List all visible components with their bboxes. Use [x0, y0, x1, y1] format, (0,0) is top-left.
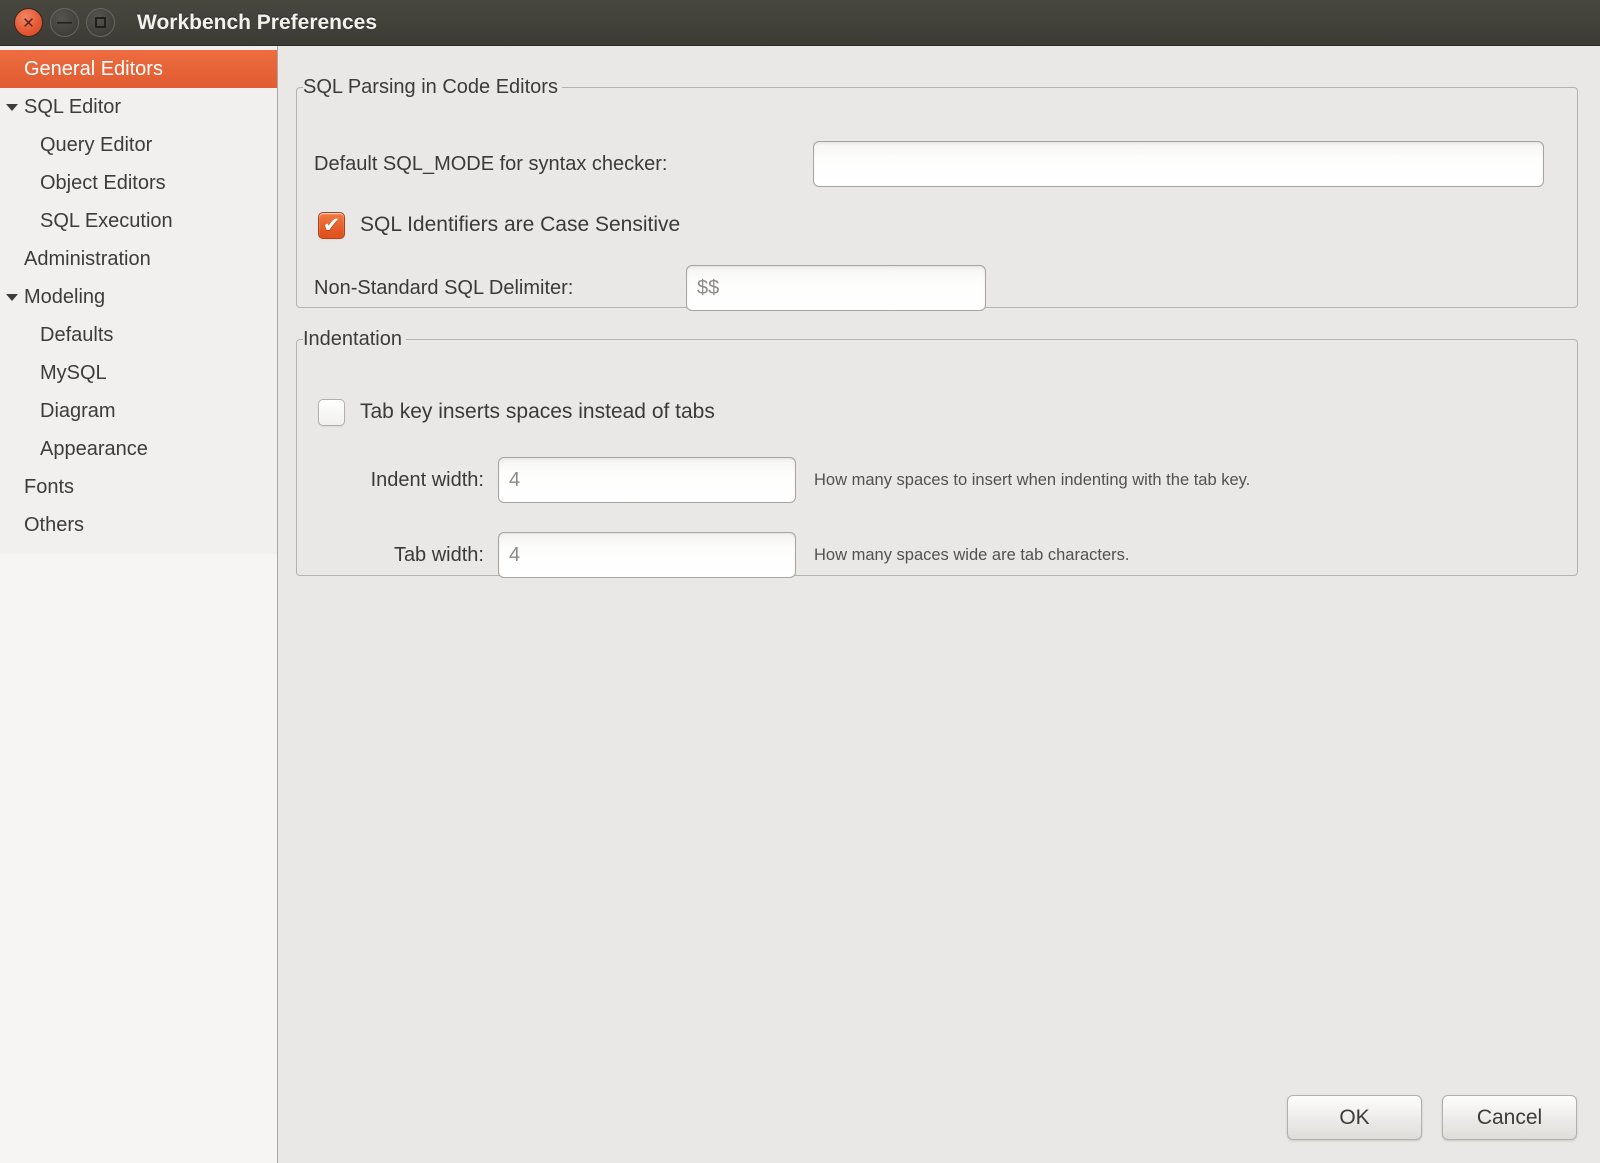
sidebar-item-modeling[interactable]: Modeling	[0, 278, 277, 316]
titlebar[interactable]: ✕ — Workbench Preferences	[0, 0, 1600, 46]
sidebar-item-label: Administration	[24, 248, 151, 271]
sidebar-item-sql-editor[interactable]: SQL Editor	[0, 88, 277, 126]
sidebar-item-fonts[interactable]: Fonts	[0, 468, 277, 506]
sql-mode-input[interactable]	[813, 141, 1544, 187]
case-sensitive-row: ✔ SQL Identifiers are Case Sensitive	[318, 211, 680, 239]
indent-width-help: How many spaces to insert when indenting…	[814, 471, 1250, 490]
sidebar-item-object-editors[interactable]: Object Editors	[0, 164, 277, 202]
sidebar-item-label: Object Editors	[40, 172, 166, 195]
maximize-icon[interactable]	[86, 8, 115, 37]
expander-down-icon[interactable]	[6, 294, 18, 301]
sidebar-item-label: General Editors	[24, 58, 163, 81]
sql-mode-label: Default SQL_MODE for syntax checker:	[314, 153, 667, 176]
sidebar-item-label: Appearance	[40, 438, 148, 461]
delimiter-label: Non-Standard SQL Delimiter:	[314, 277, 573, 300]
ok-button[interactable]: OK	[1287, 1095, 1422, 1140]
sidebar-item-label: SQL Execution	[40, 210, 173, 233]
cancel-button[interactable]: Cancel	[1442, 1095, 1577, 1140]
sidebar-item-general-editors[interactable]: General Editors	[0, 50, 277, 88]
expander-down-icon[interactable]	[6, 104, 18, 111]
minimize-icon[interactable]: —	[50, 8, 79, 37]
sidebar-tree: General Editors SQL Editor Query Editor Obj…	[0, 46, 277, 554]
tab-spaces-checkbox[interactable]: ✔	[318, 399, 345, 426]
tab-width-label: Tab width:	[314, 544, 484, 567]
sidebar-item-administration[interactable]: Administration	[0, 240, 277, 278]
checkmark-icon: ✔	[323, 215, 341, 236]
sidebar: General Editors SQL Editor Query Editor Obj…	[0, 46, 278, 1163]
sidebar-item-others[interactable]: Others	[0, 506, 277, 544]
sql-mode-row: Default SQL_MODE for syntax checker:	[297, 141, 1577, 187]
sidebar-item-appearance[interactable]: Appearance	[0, 430, 277, 468]
sidebar-item-label: Fonts	[24, 476, 74, 499]
sidebar-item-diagram[interactable]: Diagram	[0, 392, 277, 430]
delimiter-row: Non-Standard SQL Delimiter:	[297, 265, 1577, 311]
sidebar-item-defaults[interactable]: Defaults	[0, 316, 277, 354]
sql-parsing-group: SQL Parsing in Code Editors Default SQL_…	[296, 76, 1578, 308]
window-title: Workbench Preferences	[137, 0, 377, 46]
sidebar-item-mysql[interactable]: MySQL	[0, 354, 277, 392]
indentation-group: Indentation ✔ Tab key inserts spaces ins…	[296, 328, 1578, 576]
delimiter-input[interactable]	[686, 265, 986, 311]
sidebar-item-label: Others	[24, 514, 84, 537]
minimize-glyph: —	[57, 14, 72, 31]
sql-parsing-group-title: SQL Parsing in Code Editors	[303, 76, 562, 99]
sidebar-item-label: SQL Editor	[24, 96, 121, 119]
indent-width-input[interactable]	[498, 457, 796, 503]
case-sensitive-label: SQL Identifiers are Case Sensitive	[360, 213, 680, 237]
sidebar-item-label: MySQL	[40, 362, 107, 385]
tab-width-input[interactable]	[498, 532, 796, 578]
preferences-window: ✕ — Workbench Preferences General Editor…	[0, 0, 1600, 1163]
indent-width-row: Indent width: How many spaces to insert …	[297, 457, 1577, 503]
indentation-group-title: Indentation	[303, 328, 406, 351]
sidebar-item-query-editor[interactable]: Query Editor	[0, 126, 277, 164]
tab-spaces-label: Tab key inserts spaces instead of tabs	[360, 400, 715, 424]
indent-width-label: Indent width:	[314, 469, 484, 492]
case-sensitive-checkbox[interactable]: ✔	[318, 212, 345, 239]
sidebar-item-label: Modeling	[24, 286, 105, 309]
tab-width-row: Tab width: How many spaces wide are tab …	[297, 532, 1577, 578]
close-icon[interactable]: ✕	[14, 8, 43, 37]
sidebar-item-label: Diagram	[40, 400, 116, 423]
sidebar-item-label: Query Editor	[40, 134, 152, 157]
maximize-glyph	[95, 17, 106, 28]
tab-spaces-row: ✔ Tab key inserts spaces instead of tabs	[318, 398, 715, 426]
sidebar-item-label: Defaults	[40, 324, 113, 347]
tab-width-help: How many spaces wide are tab characters.	[814, 546, 1129, 565]
close-glyph: ✕	[22, 14, 35, 32]
sidebar-item-sql-execution[interactable]: SQL Execution	[0, 202, 277, 240]
